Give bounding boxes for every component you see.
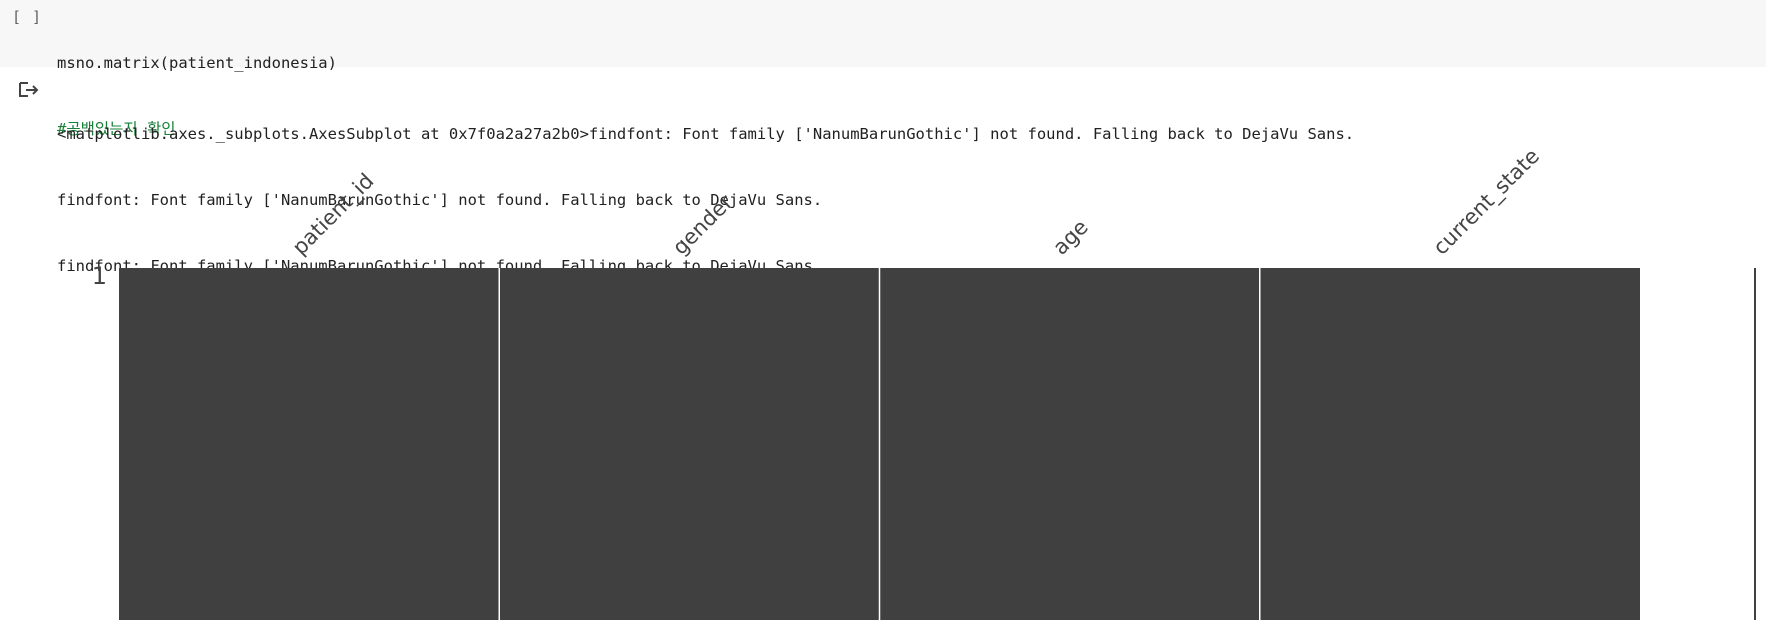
output-redirect-icon[interactable] — [18, 81, 40, 101]
matrix-column-gender — [499, 268, 880, 620]
matrix-column-age — [879, 268, 1260, 620]
matrix-column-current-state — [1259, 268, 1640, 620]
row-label: 1 — [92, 262, 107, 290]
run-cell-button[interactable]: [ ] — [12, 8, 42, 26]
column-label: current_state — [1428, 144, 1544, 260]
matrix-column-patient-id — [119, 268, 500, 620]
column-label: patient_id — [288, 169, 380, 261]
column-label: gender — [668, 190, 738, 260]
column-label: age — [1048, 215, 1093, 260]
missingno-matrix-chart: patient_id gender age current_state 1 — [92, 144, 1756, 620]
code-line: msno.matrix(patient_indonesia) — [57, 54, 337, 72]
